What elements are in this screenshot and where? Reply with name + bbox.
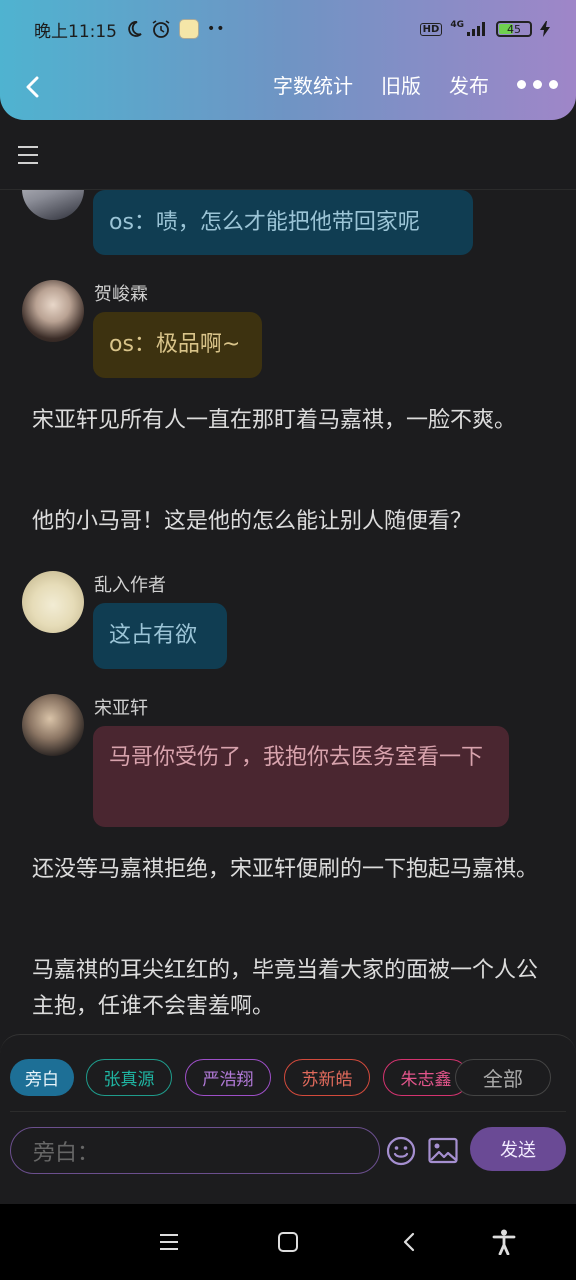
- network-type: 4G: [450, 20, 464, 30]
- speaker-name: 乱入作者: [94, 575, 166, 596]
- compose-panel: 旁白 张真源 严浩翔 苏新皓 朱志鑫 全部 旁白： 发送: [0, 1034, 576, 1204]
- bubble-text: 马哥你受伤了，我抱你去医务室看一下: [109, 745, 484, 770]
- word-count-button[interactable]: 字数统计: [273, 70, 353, 99]
- avatar[interactable]: [22, 571, 84, 633]
- image-icon[interactable]: [428, 1137, 458, 1165]
- speaker-name: 贺峻霖: [94, 284, 148, 305]
- moon-icon: [128, 21, 142, 37]
- hd-badge: HD: [419, 22, 443, 36]
- system-navigation-bar: [0, 1204, 576, 1280]
- charging-icon: [540, 21, 550, 37]
- character-chip[interactable]: 张真源: [86, 1059, 172, 1096]
- toolbar: [0, 120, 576, 190]
- status-bar: 晚上11:15 •• HD 4G 45: [34, 14, 550, 44]
- divider: [10, 1111, 566, 1112]
- chat-bubble[interactable]: 马哥你受伤了，我抱你去医务室看一下: [93, 726, 509, 827]
- recent-apps-icon: [160, 1234, 178, 1250]
- back-button[interactable]: [20, 72, 44, 102]
- avatar[interactable]: [22, 694, 84, 756]
- title-bar: 字数统计 旧版 发布: [0, 62, 576, 112]
- chat-bubble[interactable]: 这占有欲: [93, 603, 227, 669]
- menu-icon[interactable]: [18, 146, 38, 164]
- status-time: 晚上11:15: [34, 21, 117, 42]
- narration-text: 马嘉祺的耳尖红红的，毕竟当着大家的面被一个人公主抱，任谁不会害羞啊。: [32, 958, 539, 1019]
- input-placeholder: 旁白：: [33, 1140, 100, 1166]
- character-chip[interactable]: 苏新皓: [284, 1059, 370, 1096]
- old-version-button[interactable]: 旧版: [381, 70, 421, 99]
- bubble-text: os：啧，怎么才能把他带回家呢: [109, 209, 420, 235]
- bubble-text: os：极品啊~: [109, 332, 241, 357]
- accessibility-icon: [492, 1229, 516, 1255]
- send-button[interactable]: 发送: [470, 1127, 566, 1171]
- narration-text: 宋亚轩见所有人一直在那盯着马嘉祺，一脸不爽。: [32, 408, 517, 433]
- emoji-icon[interactable]: [386, 1136, 416, 1166]
- system-back-icon: [403, 1232, 415, 1252]
- avatar[interactable]: [22, 280, 84, 342]
- chat-bubble[interactable]: os：啧，怎么才能把他带回家呢: [93, 190, 473, 255]
- character-chip-narrator[interactable]: 旁白: [10, 1059, 74, 1096]
- back-icon: [26, 76, 39, 98]
- avatar[interactable]: [22, 190, 84, 220]
- message-input[interactable]: 旁白：: [10, 1127, 380, 1174]
- chat-bubble[interactable]: os：极品啊~: [93, 312, 262, 378]
- notification-app-icon: [179, 19, 199, 39]
- signal-icon: [467, 22, 485, 36]
- show-all-characters-button[interactable]: 全部: [455, 1059, 551, 1096]
- home-icon: [278, 1232, 298, 1252]
- bubble-text: 这占有欲: [109, 623, 198, 648]
- story-content[interactable]: os：啧，怎么才能把他带回家呢 贺峻霖 os：极品啊~ 宋亚轩见所有人一直在那盯…: [0, 190, 576, 1035]
- system-back-button[interactable]: [395, 1228, 423, 1256]
- alarm-icon: [152, 20, 170, 38]
- app-header: 晚上11:15 •• HD 4G 45 字数统计 旧版 发布: [0, 0, 576, 120]
- more-options-button[interactable]: [517, 80, 558, 89]
- recent-apps-button[interactable]: [155, 1228, 183, 1256]
- accessibility-button[interactable]: [490, 1228, 518, 1256]
- character-chip[interactable]: 严浩翔: [185, 1059, 271, 1096]
- speaker-name: 宋亚轩: [94, 698, 148, 719]
- narration-text: 还没等马嘉祺拒绝，宋亚轩便刷的一下抱起马嘉祺。: [32, 857, 539, 882]
- more-notifications-dots: ••: [207, 21, 226, 37]
- narration-text: 他的小马哥！这是他的怎么能让别人随便看？: [32, 509, 473, 534]
- publish-button[interactable]: 发布: [449, 70, 489, 99]
- home-button[interactable]: [274, 1228, 302, 1256]
- battery-level: 45: [507, 22, 521, 36]
- battery-indicator: 45: [496, 21, 532, 37]
